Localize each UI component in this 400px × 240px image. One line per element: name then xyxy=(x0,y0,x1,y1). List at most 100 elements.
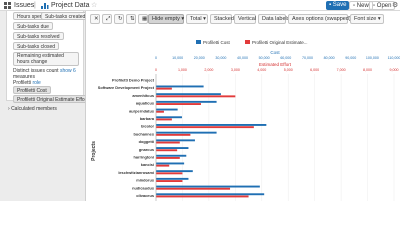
axes-options-label: Axes options (swapped) xyxy=(292,16,351,22)
bar-chart: Profiletti Cost Profiletti Original Estim… xyxy=(91,40,400,201)
effort-tick-label: 2,000 xyxy=(204,68,213,72)
bar-effort xyxy=(156,180,183,182)
cost-tick-label: 110,000 xyxy=(388,56,400,60)
bar-cost xyxy=(156,93,221,96)
top-bar: Issues | Project Data ☆ ▪ Save ▫ New ▫ O… xyxy=(0,0,400,11)
bar-effort xyxy=(156,172,183,175)
cost-tick-label: 100,000 xyxy=(366,56,379,60)
category-label: doggetti xyxy=(139,139,154,144)
font-size-label: Font size xyxy=(354,16,377,22)
issues-link[interactable]: Issues xyxy=(14,1,34,10)
category-label: bicolor xyxy=(141,124,154,129)
effort-axis-title: Estimated Effort xyxy=(259,62,292,67)
chart-options-row: Hide empty ▾ Total ▾ Stacked Vertical Da… xyxy=(87,14,400,25)
category-label: mindorus xyxy=(136,178,154,183)
legend-label-cost: Profiletti Cost xyxy=(203,40,231,45)
chevron-down-icon: ▾ xyxy=(203,16,206,22)
effort-tick-label: 5,000 xyxy=(284,68,293,72)
category-label: harringtoni xyxy=(133,155,154,160)
cost-tick-label: 10,000 xyxy=(172,56,183,60)
bar-chart-icon xyxy=(41,3,49,9)
total-button[interactable]: Total ▾ xyxy=(186,14,208,24)
category-label: gnarcus xyxy=(139,147,154,152)
bar-cost xyxy=(156,116,182,119)
page-title: Project Data xyxy=(51,2,90,9)
bar-effort xyxy=(156,110,164,113)
effort-tick-label: 0 xyxy=(155,68,157,72)
effort-tick-label: 3,000 xyxy=(231,68,240,72)
measure-chip[interactable]: Sub-tasks due xyxy=(13,22,53,30)
vertical-button[interactable]: Vertical xyxy=(234,14,256,24)
bar-effort xyxy=(156,87,172,90)
data-labels-button[interactable]: Data labels xyxy=(258,14,290,24)
category-label: barbara xyxy=(140,116,155,121)
category-label: aquaticus xyxy=(136,101,154,106)
bar-cost xyxy=(156,100,217,103)
bar-effort xyxy=(156,133,191,136)
font-size-button[interactable]: Font size ▾ xyxy=(350,14,384,24)
new-label: New xyxy=(356,3,369,9)
cost-tick-label: 60,000 xyxy=(280,56,291,60)
category-label: leschwitzianrosami xyxy=(118,170,154,175)
effort-tick-label: 7,000 xyxy=(337,68,346,72)
save-label: Save xyxy=(332,2,347,8)
effort-tick-label: 9,000 xyxy=(390,68,399,72)
bar-effort xyxy=(156,118,172,121)
show-more-link[interactable]: show 6 xyxy=(60,68,76,74)
stacked-button[interactable]: Stacked xyxy=(210,14,234,24)
star-icon[interactable]: ☆ xyxy=(91,1,97,10)
breadcrumb-separator: | xyxy=(34,2,36,9)
cost-tick-label: 70,000 xyxy=(302,56,313,60)
bar-cost xyxy=(156,177,189,180)
grid-icon[interactable] xyxy=(3,1,12,10)
cost-tick-label: 90,000 xyxy=(345,56,356,60)
bar-effort xyxy=(156,126,254,129)
measure-chip[interactable]: Sub-tasks resolved xyxy=(13,32,64,40)
selected-measure-chip[interactable]: Profiletti Original Estimate Effort xyxy=(13,95,85,103)
bar-cost xyxy=(156,124,267,126)
save-button[interactable]: ▪ Save xyxy=(326,1,350,10)
cost-tick-label: 20,000 xyxy=(194,56,205,60)
bar-cost xyxy=(156,147,189,149)
category-label: Profiletti Demo Project xyxy=(112,78,155,83)
bar-effort xyxy=(156,187,231,190)
effort-tick-label: 8,000 xyxy=(363,68,372,72)
total-label: Total xyxy=(190,16,202,22)
selected-measure-chip[interactable]: Profiletti Cost xyxy=(13,86,51,94)
bar-cost xyxy=(156,108,178,111)
hide-empty-button[interactable]: Hide empty ▾ xyxy=(148,14,184,24)
category-label: aurperndatus xyxy=(129,108,154,113)
effort-tick-label: 6,000 xyxy=(310,68,319,72)
measures-panel: Hours spent Sub-tasks created Sub-tasks … xyxy=(6,11,85,103)
cost-tick-label: 0 xyxy=(155,56,157,60)
sidebar: Hours spent Sub-tasks created Sub-tasks … xyxy=(0,11,86,201)
hide-empty-label: Hide empty xyxy=(152,16,180,22)
chevron-down-icon: ▾ xyxy=(377,16,381,22)
bar-effort xyxy=(156,141,180,144)
bar-effort xyxy=(156,149,178,152)
cost-tick-label: 40,000 xyxy=(237,56,248,60)
bar-effort xyxy=(156,95,236,98)
bar-cost xyxy=(156,139,195,142)
bar-effort xyxy=(156,195,249,198)
category-label: buchannes xyxy=(133,131,154,136)
category-label: amenhitcus xyxy=(132,93,154,98)
bar-cost xyxy=(156,193,265,196)
chevron-down-icon: ▾ xyxy=(181,16,185,22)
gear-icon[interactable]: ⚙ xyxy=(392,1,398,10)
axes-options-button[interactable]: Axes options (swapped) ▾ xyxy=(288,14,355,24)
measure-chip[interactable]: Sub-tasks created xyxy=(41,12,85,20)
legend-label-effort: Profiletti Original Estimate... xyxy=(252,40,308,45)
bar-cost xyxy=(156,131,217,134)
measure-chip[interactable]: Sub-tasks closed xyxy=(13,42,60,50)
calculated-members-toggle[interactable]: › Calculated members xyxy=(8,106,57,112)
category-label: olivaceus xyxy=(136,193,154,198)
bar-cost xyxy=(156,85,204,88)
report-main: ✕ ⤢ ↻ ⇅ ▦ ▤ ▥ ◫ xyxy=(87,11,400,201)
measure-chip[interactable]: Remaining estimated hours change xyxy=(13,52,79,66)
bar-cost xyxy=(156,170,193,173)
bar-effort xyxy=(156,157,180,159)
cost-tick-label: 30,000 xyxy=(215,56,226,60)
cost-tick-label: 80,000 xyxy=(324,56,335,60)
bar-cost xyxy=(156,154,187,157)
